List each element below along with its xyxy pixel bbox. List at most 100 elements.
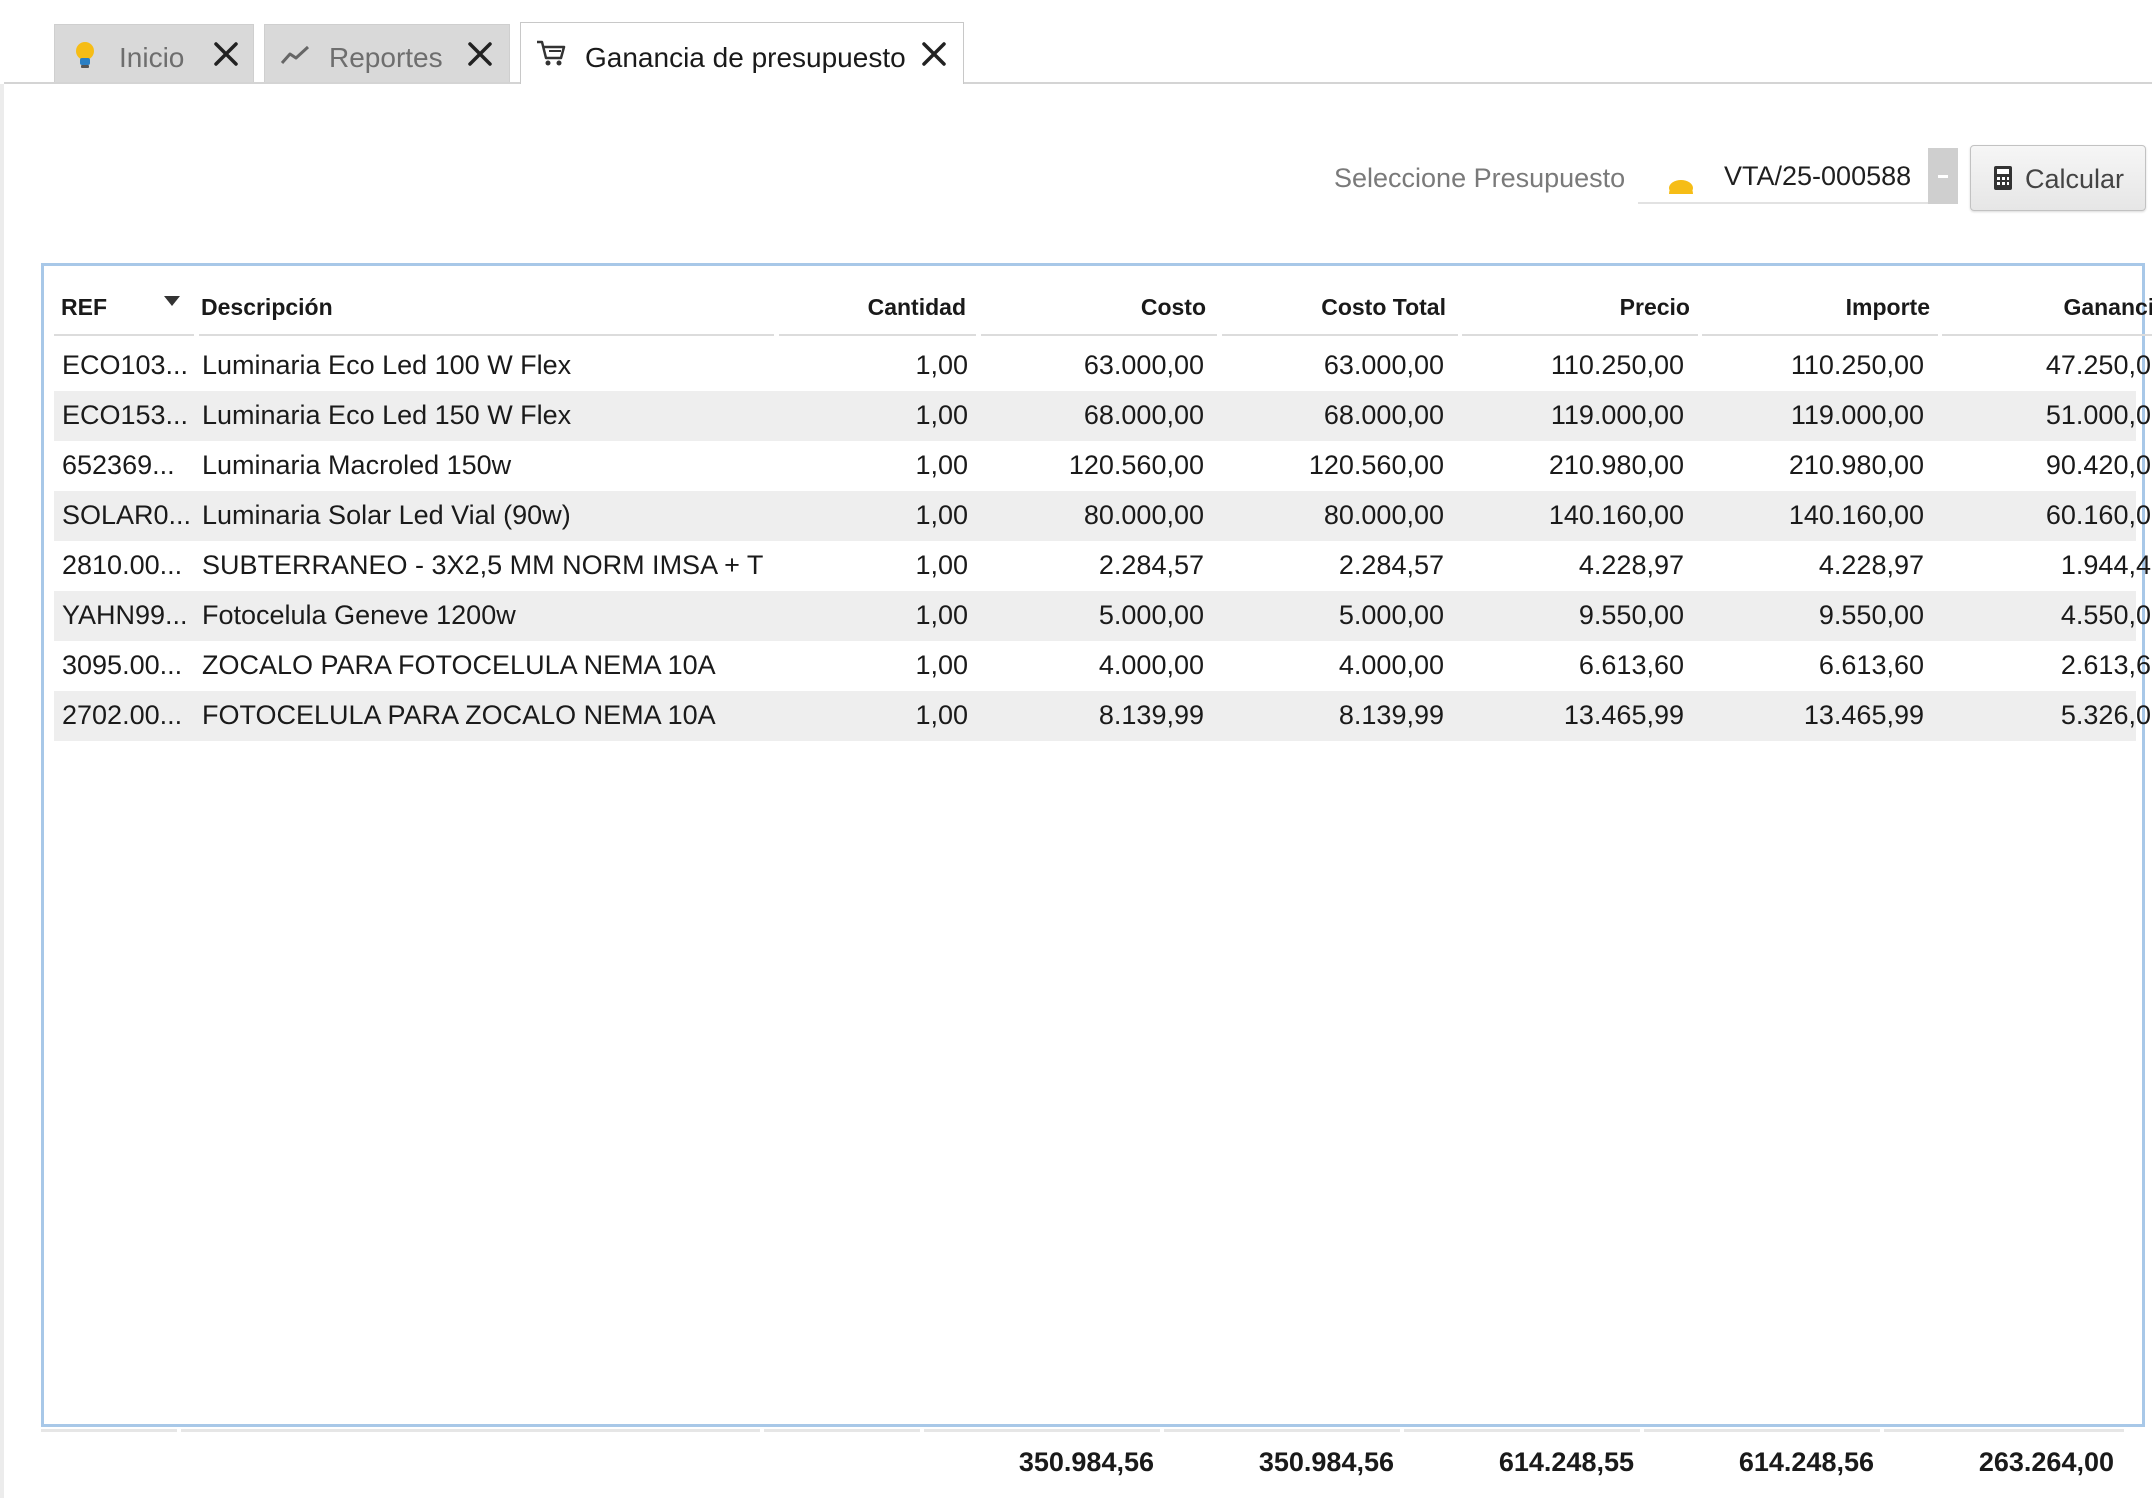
footer-divider [41,1429,177,1432]
tab-label: Ganancia de presupuesto [585,42,906,73]
table-row[interactable]: 2810.00... SUBTERRANEO - 3X2,5 MM NORM IM… [54,541,2152,591]
cell-price: 119.000,00 [1550,400,1684,430]
cell-amount: 9.550,00 [1818,600,1924,630]
calculate-button-label: Calcular [2025,164,2125,194]
column-header-ganancia[interactable]: Ganancia [1970,294,2152,326]
cell-profit: 60.160,00 [2045,500,2152,530]
tab-ganancia-de-presupuesto[interactable]: Ganancia de presupuesto [520,22,964,84]
cell-cost-total: 68.000,00 [1323,400,1444,430]
footer-divider [924,1429,1160,1432]
budget-select[interactable]: VTA/25-000588 [1638,148,1958,204]
cell-ref: ECO103... [62,350,189,380]
cell-cost-total: 5.000,00 [1338,600,1444,630]
tab-bar: Inicio Reportes Ganancia de presupuesto [0,0,2152,84]
cell-ref: 2702.00... [62,700,183,730]
cell-cost: 63.000,00 [1083,350,1204,380]
table-row[interactable]: 2702.00... FOTOCELULA PARA ZOCALO NEMA 10… [54,691,2152,741]
cell-ref: ECO153... [62,400,189,430]
left-border [0,84,4,1498]
table-row[interactable]: 652369... Luminaria Macroled 150w 1,00 120.… [54,441,2152,491]
tab-label: Reportes [329,42,443,73]
header-divider [1942,334,2152,336]
table-row[interactable]: ECO103... Luminaria Eco Led 100 W Flex 1,0… [54,341,2152,391]
column-header-costo-total[interactable]: Costo Total [1250,294,1446,326]
header-divider [54,334,194,336]
close-icon[interactable] [211,39,241,69]
cell-qty: 1,00 [915,700,968,730]
column-header-costo[interactable]: Costo [1010,294,1206,326]
table-row[interactable]: SOLAR0... Luminaria Solar Led Vial (90w) 1… [54,491,2152,541]
cell-amount: 110.250,00 [1790,350,1924,380]
cell-cost: 120.560,00 [1068,450,1204,480]
cell-cost: 68.000,00 [1083,400,1204,430]
header-divider [779,334,976,336]
cell-price: 9.550,00 [1578,600,1684,630]
cell-desc: Luminaria Solar Led Vial (90w) [202,500,571,530]
total-ganancia: 263.264,00 [1978,1447,2114,1477]
cell-desc: Luminaria Eco Led 100 W Flex [202,350,572,380]
header-divider [1462,334,1698,336]
table-row[interactable]: YAHN99... Fotocelula Geneve 1200w 1,00 5.00… [54,591,2152,641]
cell-amount: 119.000,00 [1790,400,1924,430]
cell-cost-total: 4.000,00 [1338,650,1444,680]
cell-cost-total: 80.000,00 [1323,500,1444,530]
footer-divider [1404,1429,1640,1432]
cell-price: 110.250,00 [1550,350,1684,380]
cell-amount: 210.980,00 [1788,450,1924,480]
cell-qty: 1,00 [915,400,968,430]
total-importe: 614.248,56 [1738,1447,1874,1477]
cell-desc: SUBTERRANEO - 3X2,5 MM NORM IMSA + T [202,550,764,580]
cell-amount: 140.160,00 [1788,500,1924,530]
cell-qty: 1,00 [915,500,968,530]
tab-reportes[interactable]: Reportes [264,24,510,83]
footer-divider [1884,1429,2124,1432]
cell-price: 140.160,00 [1548,500,1684,530]
close-icon[interactable] [919,39,949,69]
footer-divider [1644,1429,1880,1432]
sort-desc-icon[interactable] [164,296,180,306]
column-header-descripcion[interactable]: Descripción [201,294,333,326]
cell-desc: ZOCALO PARA FOTOCELULA NEMA 10A [202,650,716,680]
calculate-button[interactable]: Calcular [1970,145,2146,211]
column-header-cantidad[interactable]: Cantidad [776,294,966,326]
total-costo-total: 350.984,56 [1258,1447,1394,1477]
budget-select-label: Seleccione Presupuesto [1334,163,1626,193]
header-divider [1222,334,1458,336]
footer-divider [764,1429,920,1432]
table-row[interactable]: ECO153... Luminaria Eco Led 150 W Flex 1,0… [54,391,2152,441]
cell-cost-total: 63.000,00 [1323,350,1444,380]
tab-inicio[interactable]: Inicio [54,24,254,83]
cell-ref: 2810.00... [62,550,183,580]
cell-profit: 4.550,00 [2060,600,2152,630]
footer-divider [1164,1429,1400,1432]
cell-profit: 51.000,00 [2045,400,2152,430]
footer-divider [181,1429,760,1432]
budget-clear-button[interactable] [1928,148,1958,204]
cell-qty: 1,00 [915,350,968,380]
cell-price: 13.465,99 [1563,700,1684,730]
header-divider [199,334,774,336]
cell-qty: 1,00 [915,650,968,680]
column-header-ref[interactable]: REF [61,294,107,326]
close-icon[interactable] [465,39,495,69]
cell-qty: 1,00 [915,450,968,480]
cell-cost: 4.000,00 [1098,650,1204,680]
cell-price: 6.613,60 [1578,650,1684,680]
bulb-icon [76,42,94,68]
cell-amount: 6.613,60 [1818,650,1924,680]
cell-price: 210.980,00 [1548,450,1684,480]
cell-ref: 652369... [62,450,175,480]
calculator-icon [1994,166,2012,190]
cell-desc: Luminaria Macroled 150w [202,450,512,480]
cell-qty: 1,00 [915,550,968,580]
column-header-precio[interactable]: Precio [1490,294,1690,326]
header-divider [1702,334,1938,336]
table-row[interactable]: 3095.00... ZOCALO PARA FOTOCELULA NEMA 10… [54,641,2152,691]
total-precio: 614.248,55 [1498,1447,1634,1477]
cell-profit: 90.420,00 [2045,450,2152,480]
tab-divider [4,82,2152,84]
cell-desc: Luminaria Eco Led 150 W Flex [202,400,572,430]
cell-cost-total: 120.560,00 [1308,450,1444,480]
cell-cost: 8.139,99 [1098,700,1204,730]
column-header-importe[interactable]: Importe [1730,294,1930,326]
